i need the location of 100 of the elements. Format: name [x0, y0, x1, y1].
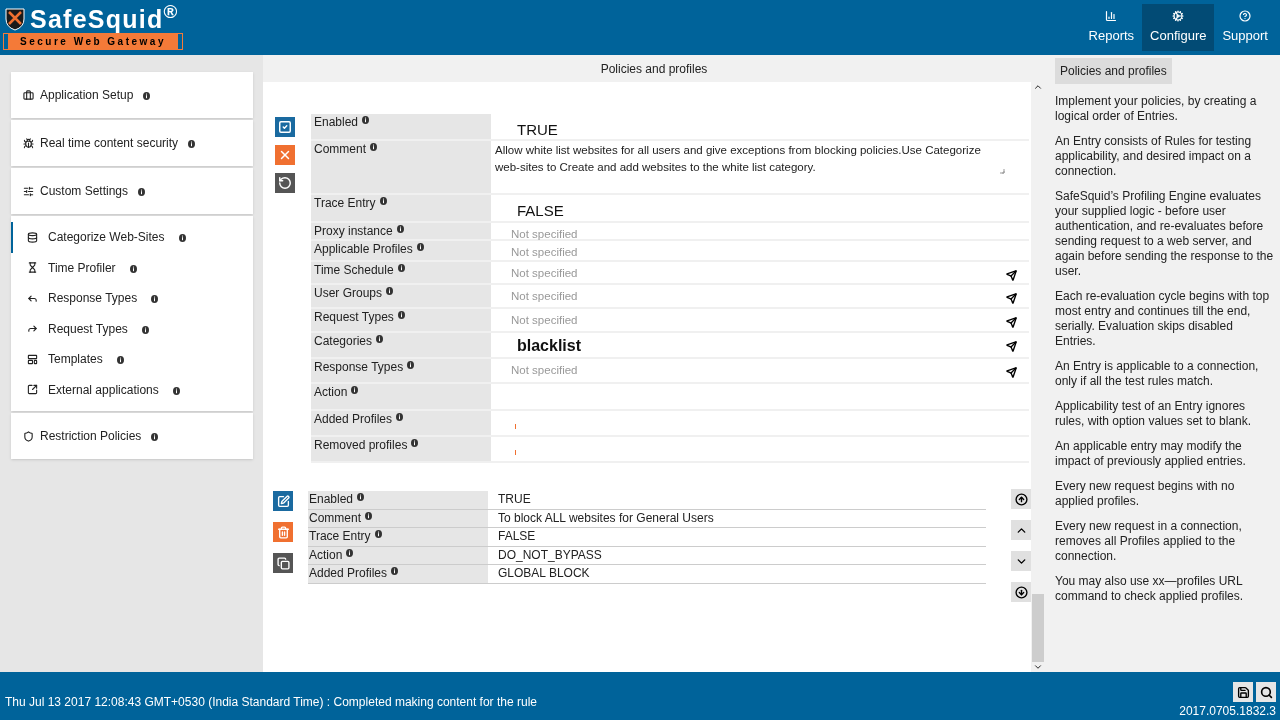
field-value[interactable]: TRUE: [491, 115, 558, 142]
field-value: TRUE: [497, 491, 531, 508]
edit-button[interactable]: [273, 491, 293, 511]
field-label: Added Profiles: [311, 411, 491, 435]
help-paragraph: SafeSquid’s Profiling Engine evaluates your supplied logic - before user authentication, and re-evaluates before sending request to a web server, and again before sending the response to the user.: [1055, 189, 1275, 279]
sidebar-subitem[interactable]: Templates: [11, 344, 253, 375]
info-icon: [178, 234, 186, 243]
field-label: Comment: [311, 141, 491, 193]
field-value: GLOBAL BLOCK: [497, 565, 590, 582]
help-paragraph: Implement your policies, by creating a logical order of Entries.: [1055, 94, 1258, 124]
forward-arrow-icon: [27, 323, 38, 335]
info-icon: [357, 493, 365, 501]
sidebar-item[interactable]: Application Setup: [11, 72, 253, 118]
info-icon: [411, 439, 419, 447]
sidebar-item[interactable]: Restriction Policies: [11, 413, 253, 459]
info-icon: [370, 143, 377, 151]
info-icon: [362, 116, 370, 124]
status-message: Thu Jul 13 2017 12:08:43 GMT+0530 (India Standard Time) : Completed making content for the rule: [5, 694, 537, 711]
field-label: Proxy instance: [311, 223, 491, 239]
nav-tab[interactable]: Support: [1214, 4, 1276, 51]
trash-icon: [276, 525, 290, 539]
info-icon: [379, 197, 387, 205]
floppy-icon: [1236, 685, 1250, 699]
scroll-down-icon: [1033, 662, 1043, 672]
nav-tab[interactable]: Configure: [1142, 4, 1215, 51]
resize-grip-icon: [999, 168, 1005, 174]
field-label: Trace Entry: [308, 528, 488, 546]
nav-tab[interactable]: Reports: [1080, 4, 1143, 51]
copy-button[interactable]: [273, 553, 293, 573]
sliders-icon: [23, 185, 34, 197]
info-icon: [116, 356, 124, 365]
info-icon: [365, 511, 372, 520]
info-icon: [396, 225, 404, 233]
move-top-button[interactable]: [1011, 489, 1031, 509]
help-paragraph: Every new request begins with no applied profiles.: [1055, 479, 1236, 509]
field-value[interactable]: FALSE: [491, 196, 564, 223]
version-label: 2017.0705.1832.3: [1179, 705, 1276, 717]
field-label: Added Profiles: [308, 565, 488, 583]
help-paragraph: You may also use xx—profiles URL command to check applied profiles.: [1055, 574, 1245, 604]
arrow-up-circle-icon: [1014, 492, 1028, 506]
info-icon: [138, 188, 146, 196]
shield-logo-icon: [4, 7, 26, 31]
sidebar-item[interactable]: Custom Settings: [11, 168, 253, 214]
info-icon: [346, 548, 354, 557]
sidebar-subitem[interactable]: Time Profiler: [11, 252, 253, 283]
help-paragraph: An applicable entry may modify the impact of previously applied entries.: [1055, 439, 1247, 469]
cancel-button[interactable]: [275, 145, 295, 165]
comment-textarea[interactable]: Allow white list websites for all users and give exceptions from blocking policies.Use Categorize web-sites to Create and add websites to the white list category.: [491, 142, 1017, 176]
check-icon: [278, 120, 292, 134]
field-label: Enabled: [311, 114, 491, 139]
field-value: DO_NOT_BYPASS: [497, 546, 602, 564]
gears-icon: [1172, 9, 1185, 22]
shield-icon: [23, 430, 34, 442]
scrollbar-thumb[interactable]: [1032, 594, 1044, 662]
field-value[interactable]: blacklist: [491, 334, 582, 358]
help-paragraph: An Entry consists of Rules for testing applicability, and desired impact on a connection.: [1055, 134, 1253, 179]
help-paragraph: Each re-evaluation cycle begins with top most entry and continues till the end, serially. Evaluation skips disabled Entries.: [1055, 289, 1271, 349]
send-icon: [1006, 293, 1017, 304]
info-icon: [391, 567, 399, 575]
field-label: Response Types: [311, 359, 491, 382]
save-button[interactable]: [1233, 682, 1253, 702]
help-paragraph: Applicability test of an Entry ignores rules, with option values set to blank.: [1055, 399, 1253, 429]
field-label: Removed profiles: [311, 437, 491, 461]
undo-icon: [278, 176, 292, 190]
info-icon: [397, 264, 405, 272]
edit-icon: [276, 494, 290, 508]
send-icon: [1006, 341, 1017, 352]
scroll-up-icon: [1033, 82, 1043, 92]
field-label: Categories: [311, 333, 491, 357]
info-icon: [376, 335, 384, 343]
arrow-down-circle-icon: [1014, 585, 1028, 599]
move-down-button[interactable]: [1011, 551, 1031, 571]
field-label: Time Schedule: [311, 262, 491, 283]
move-bottom-button[interactable]: [1011, 582, 1031, 602]
info-icon: [129, 264, 137, 273]
database-icon: [27, 231, 38, 243]
info-icon: [416, 243, 424, 251]
help-title: Policies and profiles: [1055, 58, 1172, 84]
help-paragraph: Every new request in a connection, removes all Profiles applied to the connection.: [1055, 519, 1243, 564]
move-up-button[interactable]: [1011, 520, 1031, 540]
delete-button[interactable]: [273, 522, 293, 542]
info-icon: [151, 433, 159, 441]
sidebar-item[interactable]: Real time content security: [11, 120, 253, 166]
sidebar-subitem[interactable]: Request Types: [11, 313, 253, 344]
reset-button[interactable]: [275, 173, 295, 193]
info-icon: [143, 92, 151, 100]
info-icon: [351, 386, 359, 394]
send-icon: [1006, 270, 1017, 281]
help-paragraph: An Entry is applicable to a connection, only if all the test rules match.: [1055, 359, 1260, 389]
sidebar-subitem[interactable]: External applications: [11, 374, 253, 405]
search-button[interactable]: [1256, 682, 1276, 702]
sidebar-subitem[interactable]: Categorize Web-Sites: [11, 222, 253, 253]
search-icon: [1259, 685, 1273, 699]
field-label: Request Types: [311, 309, 491, 331]
info-icon: [397, 311, 405, 319]
hourglass-icon: [27, 262, 38, 274]
page-title: Policies and profiles: [600, 60, 708, 78]
info-icon: [151, 295, 159, 304]
info-icon: [172, 386, 180, 395]
sidebar-subitem[interactable]: Response Types: [11, 283, 253, 314]
